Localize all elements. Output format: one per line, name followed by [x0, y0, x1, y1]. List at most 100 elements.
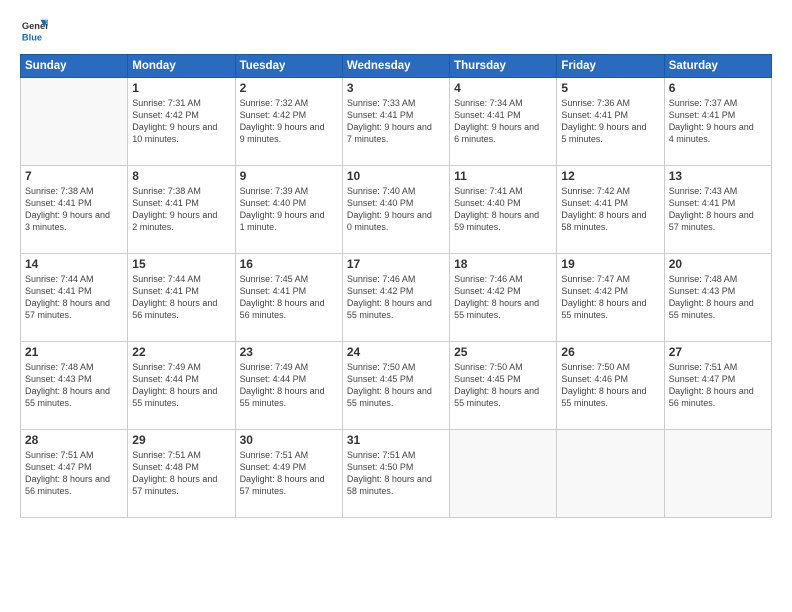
day-number: 19: [561, 257, 659, 271]
daylight-text-2: 1 minute.: [240, 221, 338, 233]
daylight-text-2: 59 minutes.: [454, 221, 552, 233]
sunrise-text: Sunrise: 7:49 AM: [132, 361, 230, 373]
daylight-text-2: 6 minutes.: [454, 133, 552, 145]
daylight-text-2: 55 minutes.: [561, 309, 659, 321]
daylight-text-2: 55 minutes.: [454, 309, 552, 321]
day-number: 12: [561, 169, 659, 183]
sunset-text: Sunset: 4:42 PM: [240, 109, 338, 121]
calendar-cell: 9Sunrise: 7:39 AMSunset: 4:40 PMDaylight…: [235, 166, 342, 254]
daylight-text: Daylight: 8 hours and: [561, 209, 659, 221]
calendar-cell: 19Sunrise: 7:47 AMSunset: 4:42 PMDayligh…: [557, 254, 664, 342]
calendar-day-header: Thursday: [450, 55, 557, 78]
daylight-text-2: 55 minutes.: [347, 397, 445, 409]
sunrise-text: Sunrise: 7:48 AM: [669, 273, 767, 285]
daylight-text: Daylight: 9 hours and: [561, 121, 659, 133]
calendar-cell: 25Sunrise: 7:50 AMSunset: 4:45 PMDayligh…: [450, 342, 557, 430]
sunset-text: Sunset: 4:42 PM: [454, 285, 552, 297]
daylight-text-2: 55 minutes.: [132, 397, 230, 409]
daylight-text-2: 2 minutes.: [132, 221, 230, 233]
calendar-cell: 13Sunrise: 7:43 AMSunset: 4:41 PMDayligh…: [664, 166, 771, 254]
daylight-text: Daylight: 8 hours and: [454, 209, 552, 221]
sunset-text: Sunset: 4:41 PM: [454, 109, 552, 121]
sunset-text: Sunset: 4:49 PM: [240, 461, 338, 473]
sunrise-text: Sunrise: 7:45 AM: [240, 273, 338, 285]
day-number: 2: [240, 81, 338, 95]
daylight-text: Daylight: 8 hours and: [454, 297, 552, 309]
sunrise-text: Sunrise: 7:50 AM: [561, 361, 659, 373]
daylight-text-2: 56 minutes.: [669, 397, 767, 409]
day-number: 6: [669, 81, 767, 95]
sunset-text: Sunset: 4:41 PM: [561, 109, 659, 121]
day-number: 27: [669, 345, 767, 359]
sunrise-text: Sunrise: 7:44 AM: [132, 273, 230, 285]
day-number: 23: [240, 345, 338, 359]
daylight-text: Daylight: 8 hours and: [561, 385, 659, 397]
day-number: 22: [132, 345, 230, 359]
sunrise-text: Sunrise: 7:43 AM: [669, 185, 767, 197]
sunset-text: Sunset: 4:45 PM: [454, 373, 552, 385]
sunrise-text: Sunrise: 7:46 AM: [454, 273, 552, 285]
daylight-text-2: 56 minutes.: [25, 485, 123, 497]
sunset-text: Sunset: 4:41 PM: [347, 109, 445, 121]
calendar-cell: 12 Sunrise: 7:42 AMSunset: 4:41 PMDayligh…: [557, 166, 664, 254]
daylight-text-2: 55 minutes.: [25, 397, 123, 409]
calendar-cell: 3Sunrise: 7:33 AMSunset: 4:41 PMDaylight…: [342, 78, 449, 166]
day-number: 14: [25, 257, 123, 271]
day-number: 3: [347, 81, 445, 95]
sunset-text: Sunset: 4:44 PM: [132, 373, 230, 385]
sunrise-text: Sunrise: 7:51 AM: [25, 449, 123, 461]
calendar-cell: 4Sunrise: 7:34 AMSunset: 4:41 PMDaylight…: [450, 78, 557, 166]
daylight-text-2: 58 minutes.: [347, 485, 445, 497]
logo-icon: General Blue: [20, 16, 48, 44]
sunset-text: Sunset: 4:44 PM: [240, 373, 338, 385]
sunrise-text: Sunrise: 7:36 AM: [561, 97, 659, 109]
day-number: 25: [454, 345, 552, 359]
day-number: 28: [25, 433, 123, 447]
daylight-text: Daylight: 8 hours and: [347, 297, 445, 309]
calendar-cell: 16Sunrise: 7:45 AMSunset: 4:41 PMDayligh…: [235, 254, 342, 342]
daylight-text-2: 57 minutes.: [240, 485, 338, 497]
calendar-cell: [21, 78, 128, 166]
sunset-text: Sunset: 4:41 PM: [240, 285, 338, 297]
daylight-text: Daylight: 8 hours and: [669, 209, 767, 221]
day-number: 8: [132, 169, 230, 183]
daylight-text: Daylight: 8 hours and: [454, 385, 552, 397]
calendar-week-row: 1Sunrise: 7:31 AMSunset: 4:42 PMDaylight…: [21, 78, 772, 166]
sunset-text: Sunset: 4:43 PM: [669, 285, 767, 297]
calendar-week-row: 14Sunrise: 7:44 AMSunset: 4:41 PMDayligh…: [21, 254, 772, 342]
daylight-text-2: 4 minutes.: [669, 133, 767, 145]
daylight-text-2: 57 minutes.: [25, 309, 123, 321]
day-number: 7: [25, 169, 123, 183]
daylight-text: Daylight: 8 hours and: [132, 473, 230, 485]
day-number: 13: [669, 169, 767, 183]
daylight-text-2: 56 minutes.: [240, 309, 338, 321]
sunrise-text: Sunrise: 7:47 AM: [561, 273, 659, 285]
calendar-week-row: 28Sunrise: 7:51 AMSunset: 4:47 PMDayligh…: [21, 430, 772, 518]
daylight-text: Daylight: 8 hours and: [347, 385, 445, 397]
daylight-text: Daylight: 8 hours and: [132, 385, 230, 397]
calendar-day-header: Saturday: [664, 55, 771, 78]
daylight-text: Daylight: 9 hours and: [347, 209, 445, 221]
day-number: 17: [347, 257, 445, 271]
calendar-day-header: Sunday: [21, 55, 128, 78]
sunrise-text: Sunrise: 7:34 AM: [454, 97, 552, 109]
sunset-text: Sunset: 4:42 PM: [132, 109, 230, 121]
day-number: 10: [347, 169, 445, 183]
calendar-cell: 20Sunrise: 7:48 AMSunset: 4:43 PMDayligh…: [664, 254, 771, 342]
calendar-cell: 27Sunrise: 7:51 AMSunset: 4:47 PMDayligh…: [664, 342, 771, 430]
daylight-text: Daylight: 8 hours and: [561, 297, 659, 309]
sunrise-text: Sunrise: 7:42 AM: [561, 185, 659, 197]
sunrise-text: Sunrise: 7:32 AM: [240, 97, 338, 109]
calendar-cell: 17Sunrise: 7:46 AMSunset: 4:42 PMDayligh…: [342, 254, 449, 342]
daylight-text-2: 55 minutes.: [454, 397, 552, 409]
calendar-cell: 22 Sunrise: 7:49 AMSunset: 4:44 PMDayligh…: [128, 342, 235, 430]
daylight-text: Daylight: 8 hours and: [240, 297, 338, 309]
day-number: 20: [669, 257, 767, 271]
calendar-day-header: Friday: [557, 55, 664, 78]
daylight-text-2: 57 minutes.: [669, 221, 767, 233]
day-number: 31: [347, 433, 445, 447]
day-number: 21: [25, 345, 123, 359]
day-number: 15: [132, 257, 230, 271]
daylight-text: Daylight: 9 hours and: [240, 209, 338, 221]
sunset-text: Sunset: 4:41 PM: [561, 197, 659, 209]
